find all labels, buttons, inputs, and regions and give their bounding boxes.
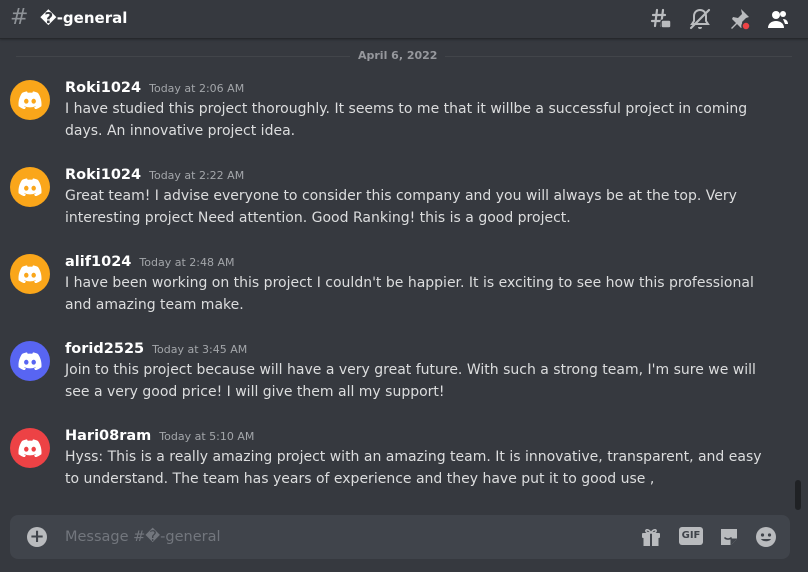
gift-icon[interactable] — [639, 525, 663, 549]
discord-logo-icon — [18, 352, 42, 370]
message-item: forid2525 Today at 3:45 AM Join to this p… — [0, 341, 790, 411]
username[interactable]: alif1024 Today at 2:48 AM — [65, 252, 234, 273]
discord-logo-icon — [18, 91, 42, 109]
username[interactable]: Roki1024 Today at 2:22 AM — [65, 165, 244, 186]
discord-logo-icon — [18, 439, 42, 457]
avatar[interactable] — [10, 254, 50, 294]
avatar[interactable] — [10, 80, 50, 120]
message-text: I have been working on this project I co… — [65, 275, 754, 313]
message-text: Join to this project because will have a… — [65, 362, 756, 400]
member-list-icon[interactable] — [766, 7, 790, 31]
username[interactable]: forid2525 Today at 3:45 AM — [65, 339, 247, 360]
discord-logo-icon — [18, 265, 42, 283]
timestamp: Today at 2:06 AM — [149, 82, 245, 95]
avatar[interactable] — [10, 167, 50, 207]
discord-logo-icon — [18, 178, 42, 196]
timestamp: Today at 2:22 AM — [149, 169, 245, 182]
channel-header: # �-general — [0, 0, 808, 39]
message-composer[interactable]: + Message #�-general GIF — [10, 515, 790, 559]
message-input-placeholder[interactable]: Message #�-general — [65, 527, 221, 547]
threads-icon[interactable] — [648, 7, 672, 31]
avatar[interactable] — [10, 428, 50, 468]
add-attachment-icon[interactable]: + — [27, 527, 47, 547]
gif-icon[interactable]: GIF — [679, 527, 703, 545]
message-text: Hyss: This is a really amazing project w… — [65, 449, 762, 487]
message-item: Hari08ram Today at 5:10 AM Hyss: This is … — [0, 428, 790, 498]
mute-notifications-icon[interactable] — [688, 7, 712, 31]
timestamp: Today at 2:48 AM — [139, 256, 235, 269]
message-text: Great team! I advise everyone to conside… — [65, 188, 737, 226]
message-item: alif1024 Today at 2:48 AM I have been wor… — [0, 254, 790, 324]
emoji-icon[interactable] — [754, 525, 778, 549]
notification-dot-icon — [741, 21, 751, 31]
message-item: Roki1024 Today at 2:06 AM I have studied … — [0, 80, 790, 150]
date-divider-label: April 6, 2022 — [350, 49, 446, 63]
scrollbar-thumb[interactable] — [795, 480, 801, 510]
pinned-messages-icon[interactable] — [727, 7, 751, 31]
avatar[interactable] — [10, 341, 50, 381]
channel-title: �-general — [40, 9, 128, 27]
timestamp: Today at 3:45 AM — [152, 343, 248, 356]
username[interactable]: Roki1024 Today at 2:06 AM — [65, 78, 244, 99]
timestamp: Today at 5:10 AM — [159, 430, 255, 443]
username[interactable]: Hari08ram Today at 5:10 AM — [65, 426, 254, 447]
channel-hash-icon: # — [10, 5, 29, 30]
sticker-icon[interactable] — [717, 525, 741, 549]
message-item: Roki1024 Today at 2:22 AM Great team! I a… — [0, 167, 790, 237]
message-text: I have studied this project thoroughly. … — [65, 101, 748, 139]
